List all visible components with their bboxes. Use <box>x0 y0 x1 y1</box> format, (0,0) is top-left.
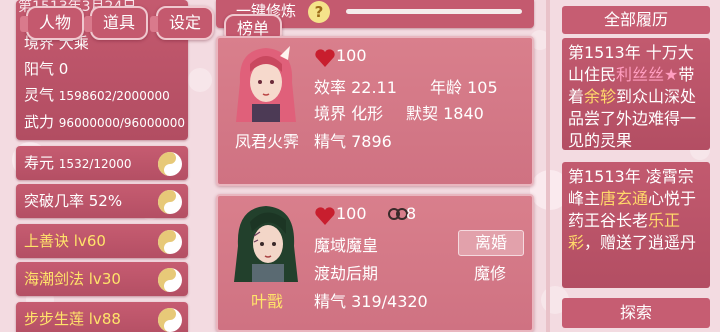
yin-yang-icon[interactable] <box>156 266 184 294</box>
yin-yang-icon[interactable] <box>156 188 184 216</box>
divider-strip <box>546 0 550 332</box>
cultivate-slider[interactable] <box>346 9 522 14</box>
realm-stat: 渡劫后期 <box>314 264 379 283</box>
ling-qi-stat: 灵气 1598602/2000000 <box>24 86 170 104</box>
bond-count: 8 <box>406 204 417 223</box>
character-name: 凤君火霁 <box>234 132 299 151</box>
tab-items[interactable]: 道具 <box>84 6 148 40</box>
realm-stat: 境界 化形 <box>314 104 384 123</box>
title-stat: 魔域魔皇 <box>314 236 379 255</box>
yang-qi-stat: 阳气 0 <box>24 60 69 78</box>
history-header[interactable]: 全部履历 <box>562 6 710 34</box>
yin-yang-icon[interactable] <box>156 150 184 178</box>
character-card-2[interactable]: 叶戬 100 8 魔域魔皇 离婚 渡劫后期 魔修 精气 319/4320 <box>216 194 534 332</box>
breakthrough-item[interactable]: 突破几率 52% <box>16 184 188 218</box>
skill-item-shangshan[interactable]: 上善诀 lv60 <box>16 224 188 258</box>
bond-stat: 默契 1840 <box>406 104 484 123</box>
tab-settings[interactable]: 设定 <box>150 6 214 40</box>
character-card-1[interactable]: 凤君火霁 100 效率 22.11 年龄 105 境界 化形 默契 1840 精… <box>216 36 534 186</box>
lifespan-item[interactable]: 寿元 1532/12000 <box>16 146 188 180</box>
history-entry: 第1513年 十万大山住民利丝丝★带着余轸到众山深处品尝了外边难得一见的灵果 <box>562 38 710 150</box>
help-icon[interactable]: ? <box>308 1 330 23</box>
explore-button[interactable]: 探索 <box>562 298 710 328</box>
divorce-button[interactable]: 离婚 <box>458 230 524 256</box>
tab-characters[interactable]: 人物 <box>20 6 84 40</box>
portrait-fengjun <box>236 46 296 122</box>
yin-yang-icon[interactable] <box>156 228 184 256</box>
history-entry: 第1513年 凌霄宗峰主唐玄通心悦于药王谷长老乐正彩，赠送了逍遥丹 <box>562 162 710 288</box>
yin-yang-icon[interactable] <box>156 306 184 332</box>
portrait-yejian <box>234 206 298 282</box>
favor-value: 100 <box>336 204 367 223</box>
wu-li-stat: 武力 96000000/96000000 <box>24 113 185 131</box>
skill-item-bubushenglian[interactable]: 步步生莲 lv88 <box>16 302 188 332</box>
character-name: 叶戬 <box>250 292 283 311</box>
sect-stat: 魔修 <box>474 264 507 283</box>
essence-stat: 精气 7896 <box>314 132 392 151</box>
heart-icon <box>315 207 335 225</box>
skill-item-haichao[interactable]: 海潮剑法 lv30 <box>16 262 188 296</box>
favor-value: 100 <box>336 46 367 65</box>
essence-stat: 精气 319/4320 <box>314 292 428 311</box>
age-stat: 年龄 105 <box>430 78 498 97</box>
efficiency-stat: 效率 22.11 <box>314 78 397 97</box>
heart-icon <box>315 49 335 67</box>
